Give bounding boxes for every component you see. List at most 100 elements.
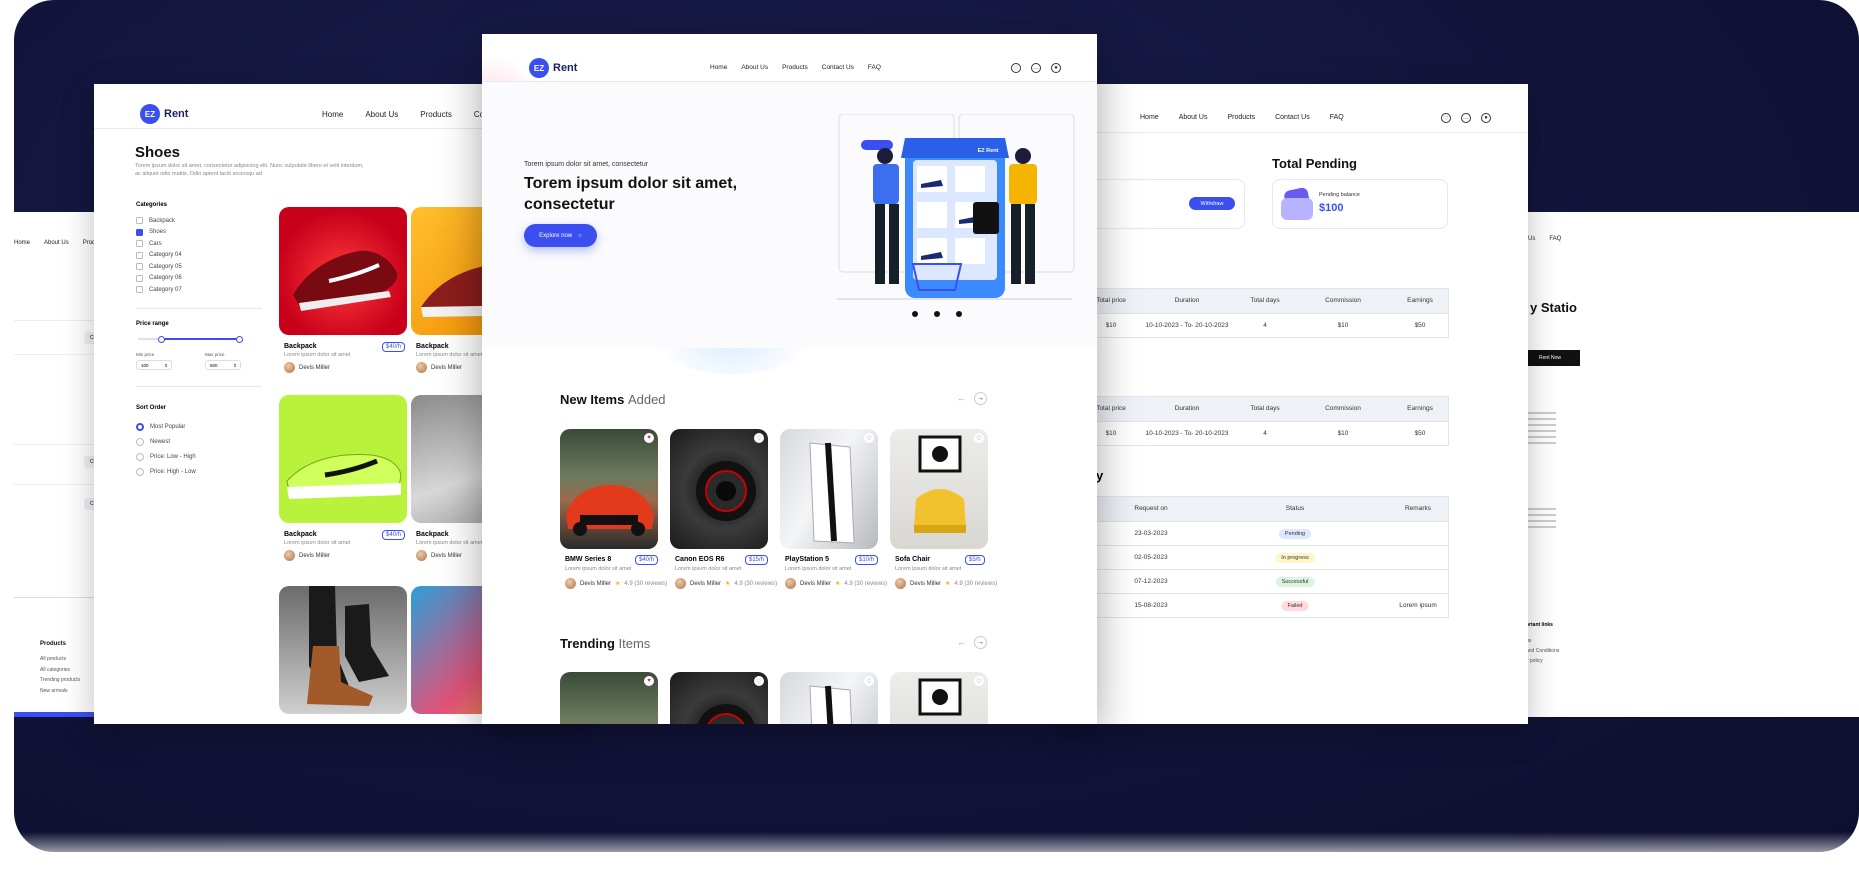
category-option[interactable]: Shoes [136,227,182,239]
withdraw-button[interactable]: Withdraw [1189,197,1235,210]
next-arrow-icon[interactable]: → [974,636,987,649]
nav-faq[interactable]: FAQ [1549,236,1561,242]
prev-arrow-icon[interactable]: ← [957,637,966,647]
favorite-heart-icon[interactable]: ♡ [864,676,874,686]
nav-about[interactable]: About Us [741,64,768,71]
owner: Devis Miller ★ 4.9 (30 reviews) [565,578,667,589]
heart-icon[interactable]: ♡ [1441,113,1451,123]
nav-about[interactable]: About Us [44,240,69,246]
min-price-input[interactable]: 100 ⇕ [136,360,172,370]
nav-contact[interactable]: Contact Us [1275,114,1310,121]
favorite-heart-icon[interactable]: ♡ [974,433,984,443]
nav-about[interactable]: About Us [1179,114,1208,121]
checkbox[interactable] [136,263,143,271]
item-image[interactable]: ♡ [780,429,878,549]
sort-option[interactable]: Most Popular [136,419,196,434]
product-desc: Lorem ipsum dolor sit amet [284,540,351,546]
nav-about[interactable]: About Us [365,110,398,119]
max-price-input[interactable]: 500 ⇕ [205,360,241,370]
trending-item-image[interactable]: ♥ [560,672,658,724]
nav-products[interactable]: Products [420,110,452,119]
avatar [785,578,796,589]
logo-mark: EZ [140,104,160,124]
user-icon[interactable]: ● [1481,113,1491,123]
slider-min-handle[interactable] [158,335,165,343]
nav-home[interactable]: Home [14,240,30,246]
price-slider[interactable] [138,335,243,343]
trending-item-image[interactable]: ♡ [890,672,988,724]
favorite-heart-icon[interactable]: ♡ [754,676,764,686]
item-image[interactable]: ♡ [890,429,988,549]
item-image[interactable]: ♥ [560,429,658,549]
footer-link[interactable]: All products [40,654,80,665]
checkbox[interactable] [136,274,143,282]
explore-now-button[interactable]: Explore now ○ [524,224,597,247]
nav-products[interactable]: Products [1227,114,1255,121]
star-icon: ★ [835,581,841,587]
nav-about[interactable]: Us [1528,236,1535,242]
category-option[interactable]: Category 04 [136,250,182,262]
next-arrow-icon[interactable]: → [974,392,987,405]
category-option[interactable]: Category 06 [136,273,182,285]
user-icon[interactable]: ● [1051,63,1061,73]
slider-max-handle[interactable] [236,335,243,343]
favorite-heart-icon[interactable]: ♡ [864,433,874,443]
chat-icon[interactable]: … [1461,113,1471,123]
sort-option[interactable]: Price: Low - High [136,449,196,464]
brand-logo[interactable]: EZ Rent [140,104,188,124]
footer-link[interactable]: Trending products [40,675,80,686]
nav-home[interactable]: Home [322,110,343,119]
star-icon: ★ [725,581,731,587]
checkbox[interactable] [136,217,143,225]
item-desc: Lorem ipsum dolor sit amet [565,566,632,572]
sort-option[interactable]: Price: High - Low [136,464,196,479]
chat-icon[interactable]: … [1031,63,1041,73]
product-image[interactable] [279,586,407,714]
product-image[interactable] [279,207,407,335]
heart-icon[interactable]: ♡ [1011,63,1021,73]
checkbox[interactable] [136,240,143,248]
sort-label: Price: Low - High [150,453,196,460]
category-option[interactable]: Category 07 [136,284,182,296]
category-option[interactable]: Cars [136,238,182,250]
footer-link[interactable]: y policy [1526,656,1559,666]
category-option[interactable]: Backpack [136,215,182,227]
radio[interactable] [136,467,144,476]
nav-faq[interactable]: FAQ [868,64,881,71]
prev-arrow-icon[interactable]: ← [957,393,966,403]
nav-contact[interactable]: Contact Us [822,64,854,71]
favorite-heart-icon[interactable]: ♥ [644,676,654,686]
footer-link[interactable]: New arrivals [40,686,80,697]
brand-logo[interactable]: EZ Rent [529,58,577,78]
item-name: PlayStation 5 [785,556,829,563]
min-price-label: Min price [136,352,155,357]
category-option[interactable]: Category 05 [136,261,182,273]
product-name: Backpack [416,531,449,538]
footer-link[interactable]: us [1526,636,1559,646]
store-sign: EZ Rent [977,148,999,154]
rent-now-button[interactable]: Rent Now [1520,350,1580,366]
nav-faq[interactable]: FAQ [1330,114,1344,121]
nav-home[interactable]: Home [710,64,727,71]
status-badge: Failed [1281,601,1309,611]
trending-item-image[interactable]: ♡ [670,672,768,724]
nav-home[interactable]: Home [1140,114,1159,121]
item-image[interactable]: ♡ [670,429,768,549]
favorite-heart-icon[interactable]: ♡ [974,676,984,686]
product-image[interactable] [279,395,407,523]
category-label: Category 06 [149,275,182,282]
trending-item-image[interactable]: ♡ [780,672,878,724]
radio[interactable] [136,437,144,446]
favorite-heart-icon[interactable]: ♡ [754,433,764,443]
favorite-heart-icon[interactable]: ♥ [644,433,654,443]
radio[interactable] [136,422,144,431]
checkbox[interactable] [136,286,143,294]
checkbox[interactable] [136,228,143,236]
footer-link[interactable]: and Conditions [1526,646,1559,656]
checkbox[interactable] [136,251,143,259]
sort-option[interactable]: Newest [136,434,196,449]
radio[interactable] [136,452,144,461]
avatar [565,578,576,589]
footer-link[interactable]: All categories [40,665,80,676]
nav-products[interactable]: Products [782,64,808,71]
